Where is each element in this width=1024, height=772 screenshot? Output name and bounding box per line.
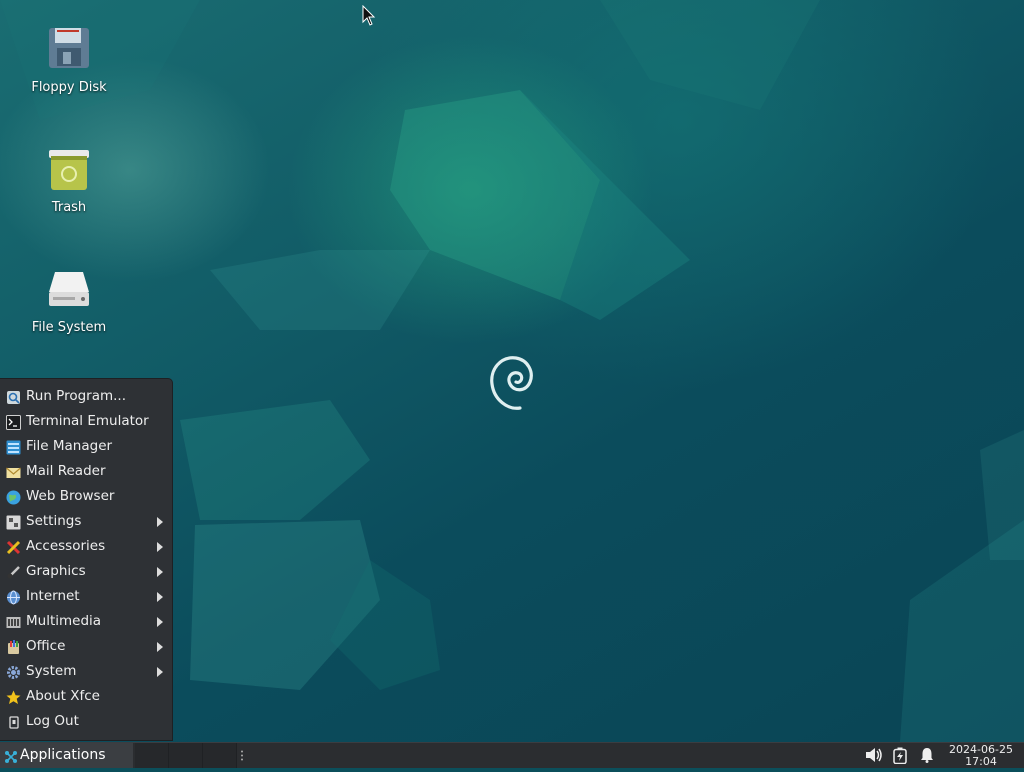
menu-item-settings[interactable]: Settings	[0, 509, 172, 534]
star-icon	[6, 689, 21, 704]
menu-item-label: Settings	[26, 513, 82, 529]
menu-item-about-xfce[interactable]: About Xfce	[0, 684, 172, 709]
menu-item-label: Web Browser	[26, 488, 115, 504]
applications-menu-button[interactable]: Applications	[0, 743, 133, 768]
gear-icon	[6, 664, 21, 679]
submenu-arrow-icon	[157, 642, 163, 652]
menu-item-file-manager[interactable]: File Manager	[0, 434, 172, 459]
floppy-disk-icon	[45, 26, 93, 74]
accessories-icon	[6, 539, 21, 555]
xfce-logo-icon	[4, 748, 18, 772]
menu-item-label: Office	[26, 638, 66, 654]
volume-icon[interactable]	[865, 747, 883, 767]
workspace-3-button[interactable]	[203, 743, 237, 768]
menu-item-label: File Manager	[26, 438, 113, 454]
menu-item-graphics[interactable]: Graphics	[0, 559, 172, 584]
menu-item-label: Internet	[26, 588, 80, 604]
menu-item-mail-reader[interactable]: Mail Reader	[0, 459, 172, 484]
submenu-arrow-icon	[157, 617, 163, 627]
globe-icon	[6, 489, 21, 505]
submenu-arrow-icon	[157, 667, 163, 677]
applications-label: Applications	[20, 747, 106, 763]
desktop-icon-trash[interactable]: Trash	[14, 146, 124, 215]
menu-item-internet[interactable]: Internet	[0, 584, 172, 609]
menu-item-run-program[interactable]: Run Program...	[0, 384, 172, 409]
desktop-icon-label: Trash	[51, 200, 87, 215]
applications-menu: Run Program... Terminal Emulator File Ma…	[0, 378, 173, 741]
trash-icon	[45, 146, 93, 194]
office-icon	[6, 639, 21, 654]
mail-icon	[6, 464, 21, 479]
terminal-icon	[6, 414, 21, 430]
workspace-2-button[interactable]	[169, 743, 203, 768]
submenu-arrow-icon	[157, 542, 163, 552]
panel-clock[interactable]: 2024-06-25 17:04	[948, 743, 1014, 768]
menu-item-label: Terminal Emulator	[26, 413, 149, 429]
menu-item-system[interactable]: System	[0, 659, 172, 684]
menu-item-label: Mail Reader	[26, 463, 106, 479]
submenu-arrow-icon	[157, 517, 163, 527]
menu-item-label: Multimedia	[26, 613, 102, 629]
debian-swirl-logo	[486, 352, 538, 418]
submenu-arrow-icon	[157, 567, 163, 577]
menu-item-web-browser[interactable]: Web Browser	[0, 484, 172, 509]
desktop-icon-file-system[interactable]: File System	[14, 266, 124, 335]
run-icon	[6, 389, 21, 404]
workspace-1-button[interactable]	[135, 743, 169, 768]
file-manager-icon	[6, 439, 21, 455]
multimedia-icon	[6, 614, 21, 629]
menu-item-label: Accessories	[26, 538, 106, 554]
menu-item-label: About Xfce	[26, 688, 100, 704]
desktop-icon-floppy-disk[interactable]: Floppy Disk	[14, 26, 124, 95]
menu-item-accessories[interactable]: Accessories	[0, 534, 172, 559]
menu-item-multimedia[interactable]: Multimedia	[0, 609, 172, 634]
menu-item-log-out[interactable]: Log Out	[0, 709, 172, 734]
battery-icon[interactable]	[893, 747, 907, 768]
notification-bell-icon[interactable]	[920, 747, 934, 767]
logout-icon	[6, 714, 21, 729]
menu-item-label: System	[26, 663, 77, 679]
menu-item-office[interactable]: Office	[0, 634, 172, 659]
bottom-panel: Applications 2024-06-25 17:04	[0, 742, 1024, 768]
menu-item-terminal-emulator[interactable]: Terminal Emulator	[0, 409, 172, 434]
menu-item-label: Run Program...	[26, 388, 127, 404]
submenu-arrow-icon	[157, 592, 163, 602]
desktop-icon-label: File System	[31, 320, 107, 335]
clock-time: 17:04	[965, 755, 997, 768]
brush-icon	[6, 564, 21, 579]
mouse-cursor-icon	[362, 4, 376, 31]
panel-drag-handle-icon[interactable]	[239, 750, 245, 761]
menu-item-label: Graphics	[26, 563, 86, 579]
hard-drive-icon	[45, 266, 93, 314]
internet-icon	[6, 589, 21, 605]
desktop-icon-label: Floppy Disk	[31, 80, 107, 95]
menu-item-label: Log Out	[26, 713, 79, 729]
settings-icon	[6, 514, 21, 530]
